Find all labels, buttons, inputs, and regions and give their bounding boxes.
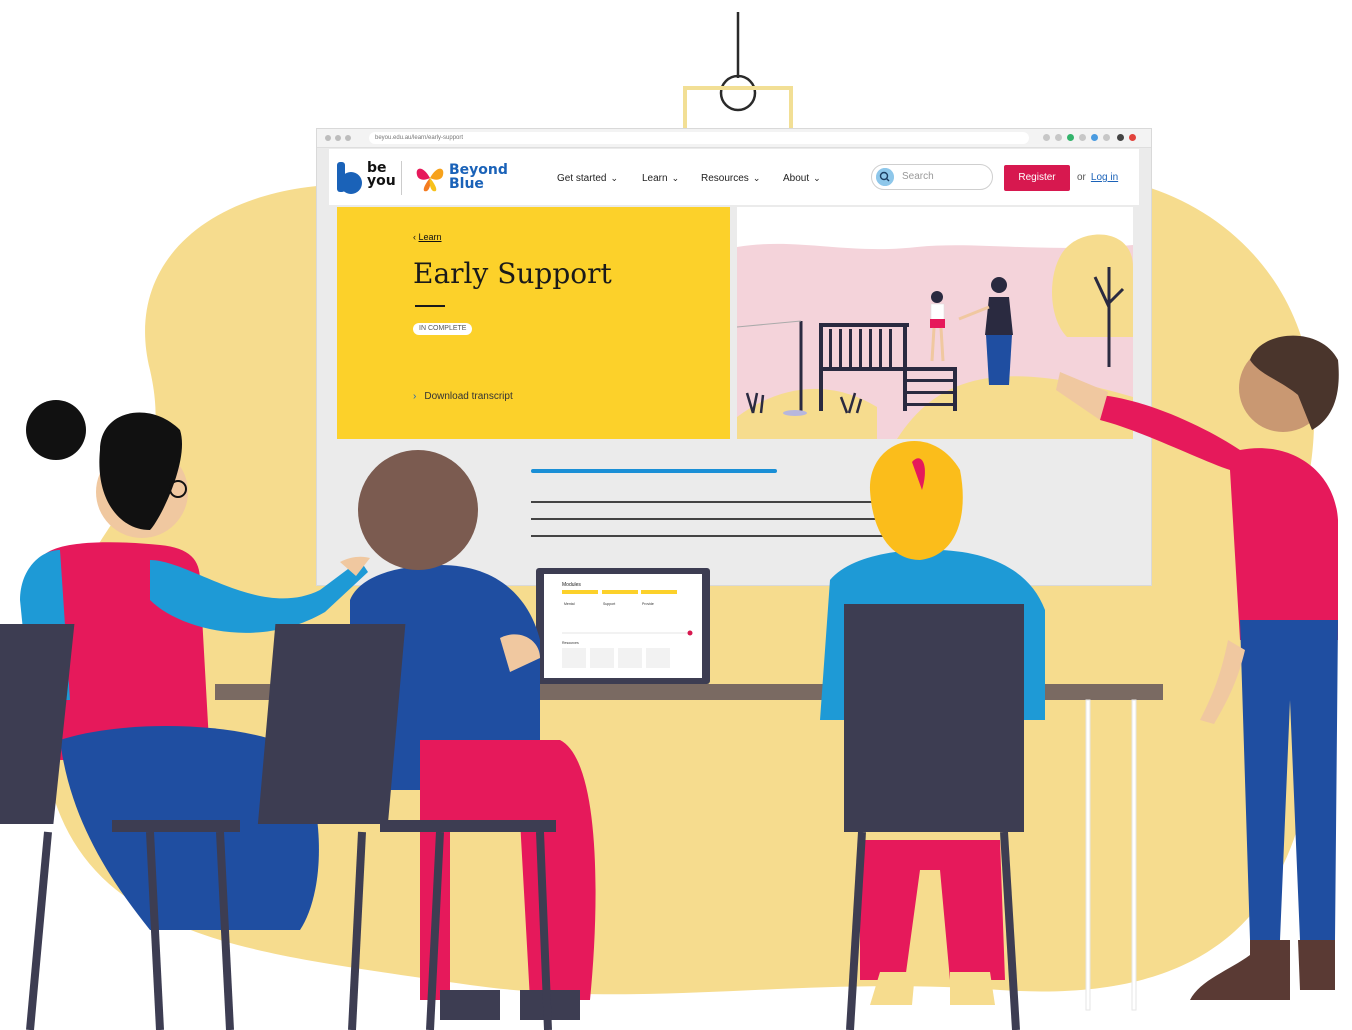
laptop-col1: Mental [564, 602, 575, 606]
laptop-resources-heading: Resources [562, 641, 579, 645]
laptop-col3: Provide [642, 602, 654, 606]
laptop-modules-heading: Modules [562, 582, 581, 588]
people-and-furniture: Modules Mental Support Provide Resources [0, 335, 1339, 1030]
presenter-pointing [1056, 335, 1339, 1000]
laptop: Modules Mental Support Provide Resources [536, 568, 710, 684]
laptop-col2: Support [603, 602, 615, 606]
desk-leg [1085, 699, 1091, 1011]
desk-leg [1131, 699, 1137, 1011]
